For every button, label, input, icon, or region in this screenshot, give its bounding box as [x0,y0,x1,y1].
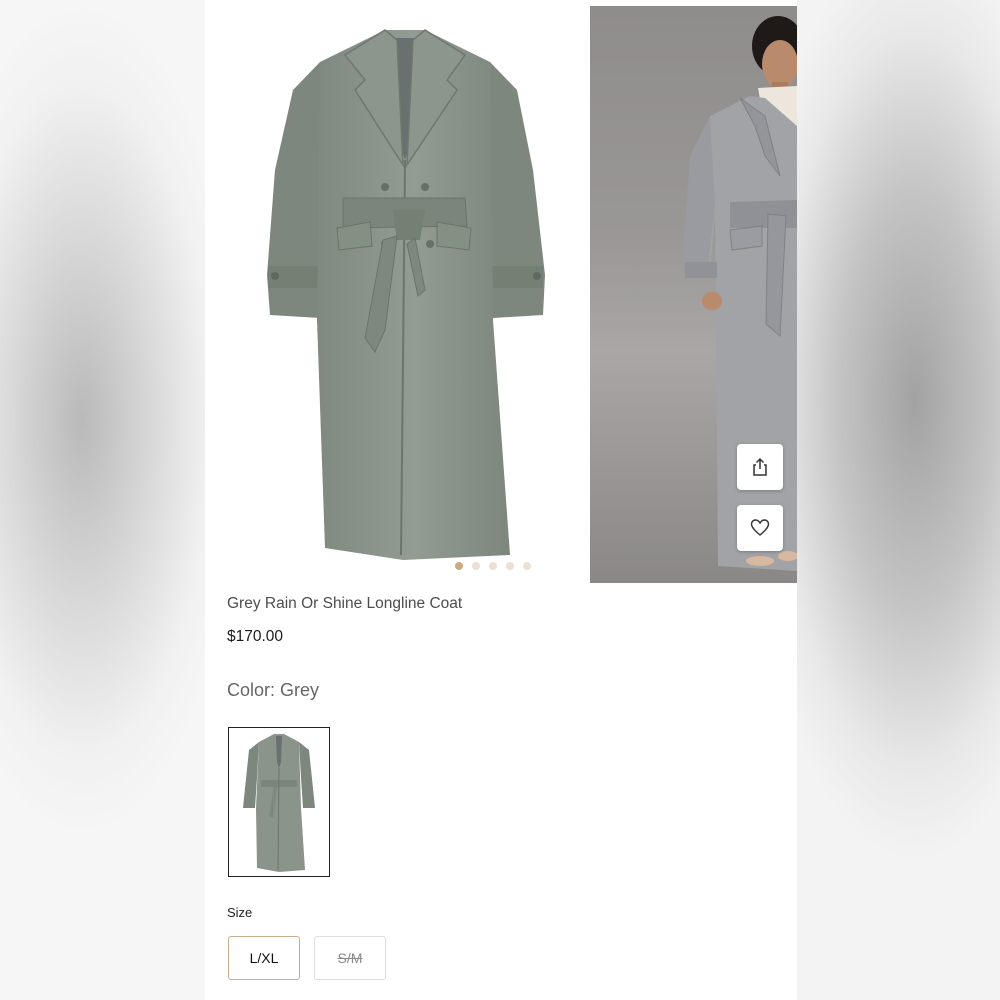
color-swatch-grey[interactable] [228,727,330,877]
share-button[interactable] [737,444,783,490]
swatch-coat-thumbnail [243,734,315,872]
product-title: Grey Rain Or Shine Longline Coat [227,595,463,612]
size-option-lxl[interactable]: L/XL [228,936,300,980]
background-blur-right [797,0,1000,1000]
product-main-image[interactable] [225,0,585,560]
color-label: Color: Grey [227,680,320,700]
share-icon [753,457,767,476]
heart-icon [750,519,770,536]
gallery-dot[interactable] [523,562,531,570]
gallery-dot[interactable] [472,562,480,570]
gallery-dot[interactable] [489,562,497,570]
size-label: Size [227,905,253,920]
model-illustration [682,16,797,571]
product-model-image[interactable] [590,6,797,583]
background-blur-left [0,0,205,1000]
product-page: Grey Rain Or Shine Longline Coat $170.00… [205,0,797,1000]
favorite-button[interactable] [737,505,783,551]
gallery-pagination[interactable] [455,562,531,570]
coat-illustration [267,29,545,560]
gallery-dot[interactable] [455,562,463,570]
size-option-sm[interactable]: S/M [314,936,386,980]
gallery-dot[interactable] [506,562,514,570]
product-price: $170.00 [227,628,284,645]
